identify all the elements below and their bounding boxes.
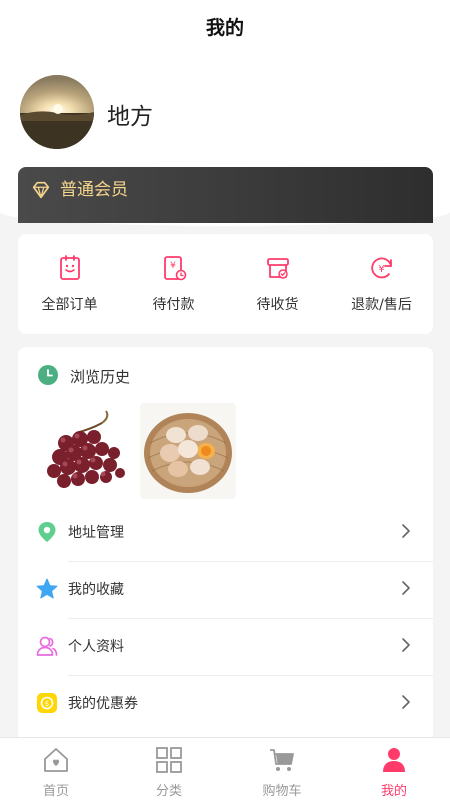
chevron-right-icon xyxy=(402,638,410,652)
chevron-right-icon xyxy=(402,524,410,538)
menu-item-favorites-label: 我的收藏 xyxy=(68,582,124,598)
order-refund-button[interactable]: ¥ 退款/售后 xyxy=(330,234,433,334)
tab-home-label: 首页 xyxy=(42,784,69,799)
svg-text:¥: ¥ xyxy=(378,264,384,275)
clock-icon xyxy=(38,365,58,385)
menu-item-coupons[interactable]: $ 我的优惠券 xyxy=(18,676,433,733)
location-pin-icon xyxy=(38,522,56,542)
tab-category[interactable]: 分类 xyxy=(113,738,225,801)
order-all-label: 全部订单 xyxy=(41,297,98,313)
order-pending-receipt-label: 待收货 xyxy=(256,297,299,313)
menu-item-favorites[interactable]: 我的收藏 xyxy=(18,562,433,619)
menu-item-profile[interactable]: 个人资料 xyxy=(18,619,433,676)
svg-text:¥: ¥ xyxy=(170,261,176,271)
menu-item-coupons-label: 我的优惠券 xyxy=(68,696,138,712)
member-card[interactable]: 普通会员 xyxy=(18,167,433,223)
order-pending-receipt-button[interactable]: 待收货 xyxy=(226,234,329,334)
profile-icon xyxy=(36,636,58,656)
menu-item-address[interactable]: 地址管理 xyxy=(18,505,433,562)
tab-me[interactable]: 我的 xyxy=(338,738,450,801)
refund-icon: ¥ xyxy=(371,257,392,279)
grapes-image xyxy=(47,410,125,488)
page-title: 我的 xyxy=(0,0,450,56)
order-pending-payment-button[interactable]: ¥ 待付款 xyxy=(122,234,225,334)
coupon-icon: $ xyxy=(37,693,57,713)
tab-cart-label: 购物车 xyxy=(262,784,302,799)
tab-home[interactable]: 首页 xyxy=(0,738,112,801)
home-icon xyxy=(44,748,68,772)
bottom-tab-bar: 首页 分类 购物车 我的 xyxy=(0,737,450,801)
delivery-pending-icon xyxy=(267,258,289,279)
menu-item-profile-label: 个人资料 xyxy=(68,639,124,655)
order-pending-payment-label: 待付款 xyxy=(152,297,195,313)
order-refund-label: 退款/售后 xyxy=(351,297,412,313)
order-all-button[interactable]: 全部订单 xyxy=(18,234,121,334)
history-card: 浏览历史 地址管理 我的收藏 个人资料 $ 我的优惠券 xyxy=(18,347,433,757)
avatar-image xyxy=(20,75,94,149)
orders-card: 全部订单 ¥ 待付款 待收货 ¥ 退款/售后 xyxy=(18,234,433,334)
chevron-right-icon xyxy=(402,695,410,709)
menu-item-address-label: 地址管理 xyxy=(68,525,124,541)
tab-me-label: 我的 xyxy=(380,784,407,799)
username: 地方 xyxy=(107,104,153,130)
tab-cart[interactable]: 购物车 xyxy=(226,738,338,801)
history-title: 浏览历史 xyxy=(70,368,131,386)
order-list-icon xyxy=(60,255,80,280)
person-icon xyxy=(383,748,405,772)
cart-icon xyxy=(270,749,294,771)
svg-text:$: $ xyxy=(45,700,49,708)
payment-pending-icon: ¥ xyxy=(164,256,187,281)
member-level-label: 普通会员 xyxy=(60,180,128,200)
diamond-icon xyxy=(32,181,50,199)
chevron-right-icon xyxy=(402,581,410,595)
history-item-eggs[interactable] xyxy=(140,403,236,499)
category-icon xyxy=(156,747,182,773)
tab-category-label: 分类 xyxy=(155,784,182,799)
history-item-grapes[interactable] xyxy=(36,403,132,499)
eggs-image xyxy=(144,413,232,493)
star-icon xyxy=(36,578,58,599)
avatar[interactable] xyxy=(20,75,94,149)
